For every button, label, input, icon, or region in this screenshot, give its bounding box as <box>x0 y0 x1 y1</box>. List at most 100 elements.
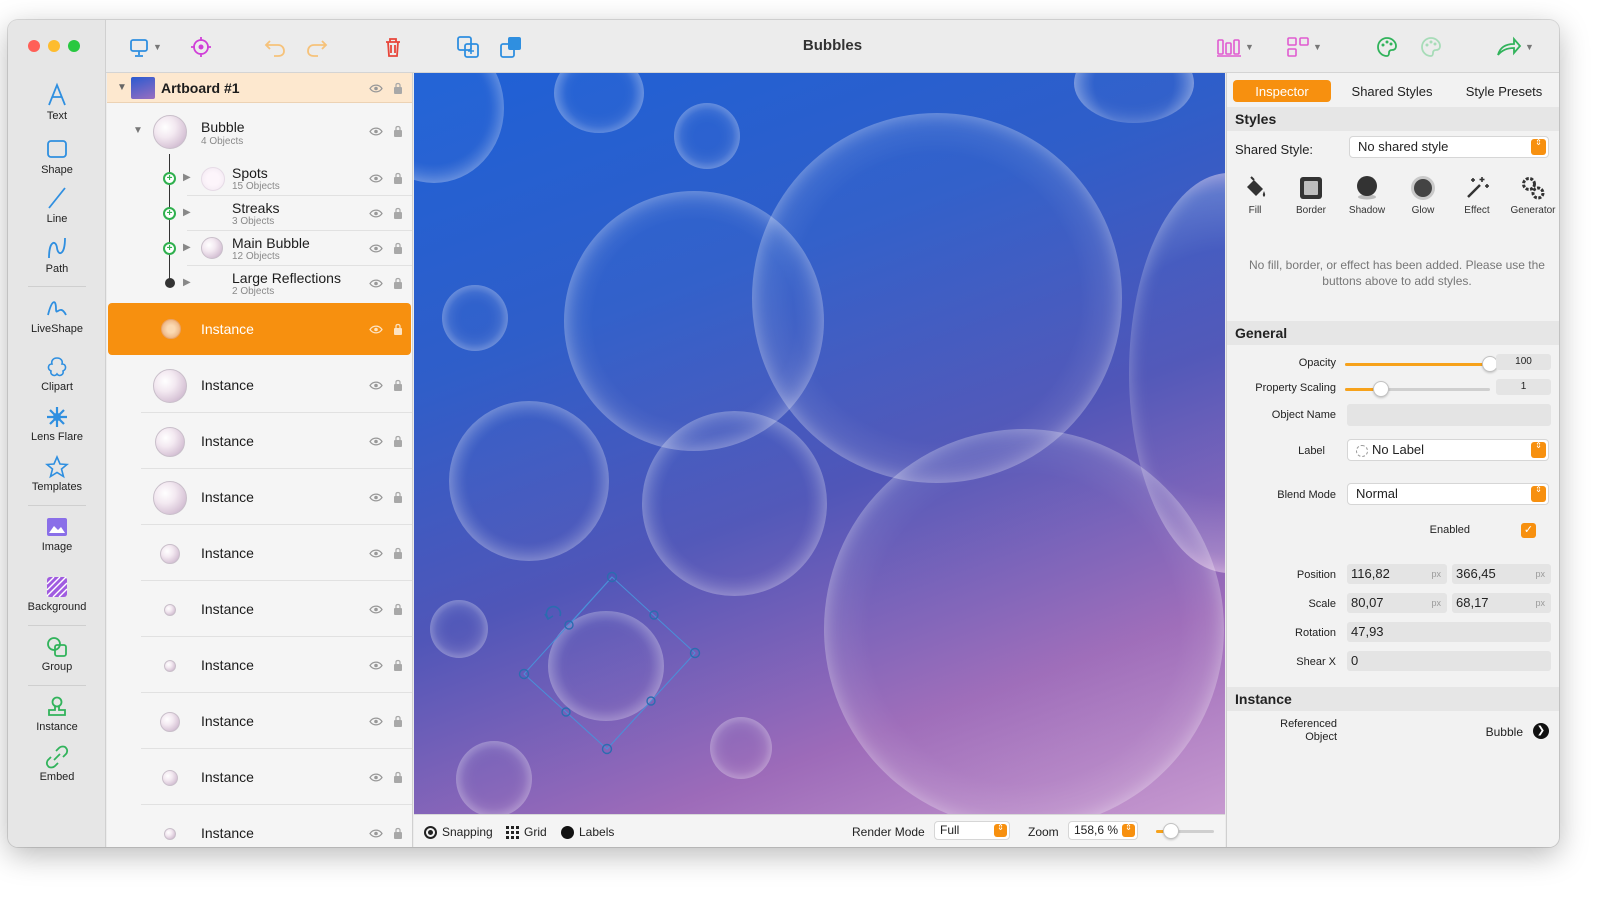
tool-background[interactable]: Background <box>8 575 106 613</box>
distribute-button[interactable]: ▼ <box>1286 34 1322 60</box>
eye-icon[interactable] <box>369 717 383 726</box>
close-window-button[interactable] <box>28 40 40 52</box>
layer-row-artboard[interactable]: ▼ Artboard #1 <box>107 73 412 103</box>
lock-icon[interactable] <box>393 659 403 671</box>
lock-icon[interactable] <box>393 323 403 335</box>
eye-icon[interactable] <box>369 84 383 93</box>
layer-row-main-bubble[interactable]: + ▶ Main Bubble 12 Objects <box>107 231 412 266</box>
disclosure-triangle-icon[interactable]: ▶ <box>183 207 191 218</box>
lock-icon[interactable] <box>393 277 403 289</box>
eye-icon[interactable] <box>369 437 383 446</box>
grid-toggle[interactable]: Grid <box>506 825 547 839</box>
disclosure-triangle-icon[interactable]: ▼ <box>133 125 143 136</box>
go-to-referenced-object-button[interactable]: ❯ <box>1533 723 1549 739</box>
layer-row-instance[interactable]: Instance <box>107 413 412 469</box>
property-scaling-field[interactable]: 1 <box>1496 379 1551 395</box>
position-y-field[interactable]: 366,45 px <box>1452 564 1551 584</box>
tab-inspector[interactable]: Inspector <box>1233 80 1331 102</box>
zoom-slider-knob[interactable] <box>1163 823 1179 839</box>
minimize-window-button[interactable] <box>48 40 60 52</box>
labels-toggle[interactable]: Labels <box>561 825 614 839</box>
add-icon[interactable]: + <box>163 242 176 255</box>
layer-row-instance[interactable]: Instance <box>107 637 412 693</box>
disclosure-triangle-icon[interactable]: ▶ <box>183 242 191 253</box>
add-generator-button[interactable]: Generator <box>1505 175 1559 216</box>
lock-icon[interactable] <box>393 379 403 391</box>
layer-row-instance[interactable]: Instance <box>107 693 412 749</box>
eye-icon[interactable] <box>369 209 383 218</box>
object-name-field[interactable] <box>1347 404 1551 426</box>
eye-icon[interactable] <box>369 493 383 502</box>
tool-text[interactable]: Text <box>8 82 106 122</box>
lock-icon[interactable] <box>393 207 403 219</box>
eye-icon[interactable] <box>369 605 383 614</box>
tool-group[interactable]: Group <box>8 635 106 673</box>
scale-y-field[interactable]: 68,17 px <box>1452 593 1551 613</box>
layer-row-streaks[interactable]: + ▶ Streaks 3 Objects <box>107 196 412 231</box>
layer-row-instance-selected[interactable]: Instance <box>108 303 411 355</box>
disclosure-triangle-icon[interactable]: ▼ <box>117 82 127 93</box>
tool-line[interactable]: Line <box>8 185 106 225</box>
zoom-window-button[interactable] <box>68 40 80 52</box>
label-select[interactable]: No Label ⇕ <box>1347 439 1549 461</box>
eye-icon[interactable] <box>369 661 383 670</box>
canvas[interactable] <box>414 73 1225 814</box>
layer-row-instance[interactable]: Instance <box>107 357 412 413</box>
layer-row-bubble[interactable]: ▼ Bubble 4 Objects <box>107 103 412 158</box>
snapping-toggle[interactable]: Snapping <box>424 825 493 839</box>
enabled-checkbox[interactable]: ✓ <box>1521 523 1536 538</box>
layer-row-large-reflections[interactable]: ▶ Large Reflections 2 Objects <box>107 266 412 301</box>
add-icon[interactable]: + <box>163 172 176 185</box>
eye-icon[interactable] <box>369 174 383 183</box>
styles-button[interactable] <box>1420 34 1442 60</box>
tool-liveshape[interactable]: LiveShape <box>8 295 106 335</box>
disclosure-triangle-icon[interactable]: ▶ <box>183 172 191 183</box>
tool-embed[interactable]: Embed <box>8 745 106 783</box>
tool-lens-flare[interactable]: Lens Flare <box>8 405 106 443</box>
layer-row-spots[interactable]: + ▶ Spots 15 Objects <box>107 161 412 196</box>
scale-x-field[interactable]: 80,07 px <box>1347 593 1447 613</box>
property-scaling-slider-knob[interactable] <box>1373 381 1389 397</box>
add-shadow-button[interactable]: Shadow <box>1339 175 1395 216</box>
rotation-field[interactable]: 47,93 <box>1347 622 1551 642</box>
tab-shared-styles[interactable]: Shared Styles <box>1339 80 1445 102</box>
disclosure-triangle-icon[interactable]: ▶ <box>183 277 191 288</box>
render-mode-select[interactable]: Full ⇕ <box>934 821 1010 840</box>
align-button[interactable]: ▼ <box>1216 34 1254 60</box>
tool-templates[interactable]: Templates <box>8 455 106 493</box>
tool-path[interactable]: Path <box>8 235 106 275</box>
shared-style-select[interactable]: No shared style ⇕ <box>1349 136 1549 158</box>
layer-row-instance[interactable]: Instance <box>107 749 412 805</box>
selection-handles[interactable] <box>414 73 1225 814</box>
tool-clipart[interactable]: Clipart <box>8 355 106 393</box>
lock-icon[interactable] <box>393 827 403 839</box>
eye-icon[interactable] <box>369 279 383 288</box>
layer-row-instance[interactable]: Instance <box>107 581 412 637</box>
lock-icon[interactable] <box>393 172 403 184</box>
tool-shape[interactable]: Shape <box>8 138 106 176</box>
eye-icon[interactable] <box>369 773 383 782</box>
lock-icon[interactable] <box>393 242 403 254</box>
tab-style-presets[interactable]: Style Presets <box>1451 80 1557 102</box>
lock-icon[interactable] <box>393 435 403 447</box>
eye-icon[interactable] <box>369 244 383 253</box>
eye-icon[interactable] <box>369 381 383 390</box>
colors-button[interactable] <box>1376 34 1398 60</box>
lock-icon[interactable] <box>393 491 403 503</box>
share-button[interactable]: ▼ <box>1496 34 1534 60</box>
lock-icon[interactable] <box>393 603 403 615</box>
tool-instance[interactable]: Instance <box>8 695 106 733</box>
layer-row-instance[interactable]: Instance <box>107 525 412 581</box>
lock-icon[interactable] <box>393 547 403 559</box>
add-effect-button[interactable]: Effect <box>1449 175 1505 216</box>
blend-mode-select[interactable]: Normal ⇕ <box>1347 483 1549 505</box>
eye-icon[interactable] <box>369 549 383 558</box>
add-glow-button[interactable]: Glow <box>1395 175 1451 216</box>
lock-icon[interactable] <box>393 125 403 137</box>
layer-row-instance[interactable]: Instance <box>107 805 412 847</box>
add-icon[interactable]: + <box>163 207 176 220</box>
layer-row-instance[interactable]: Instance <box>107 469 412 525</box>
eye-icon[interactable] <box>369 325 383 334</box>
lock-icon[interactable] <box>393 715 403 727</box>
tool-image[interactable]: Image <box>8 515 106 553</box>
